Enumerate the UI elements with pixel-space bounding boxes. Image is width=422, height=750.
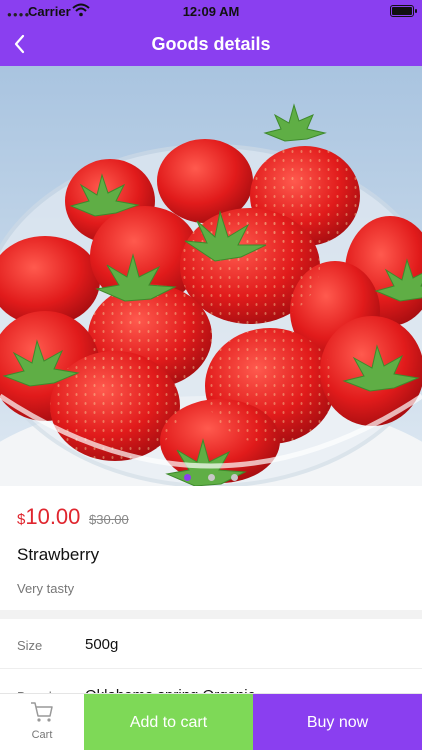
price-amount: 10.00 xyxy=(25,504,81,529)
spec-row-size: Size 500g xyxy=(0,619,422,669)
pager-dot[interactable] xyxy=(230,474,238,481)
pager-dot[interactable] xyxy=(184,474,192,481)
buy-now-button[interactable]: Buy now xyxy=(253,694,422,750)
add-to-cart-button[interactable]: Add to cart xyxy=(84,694,253,750)
image-pager xyxy=(0,468,422,486)
pager-dot[interactable] xyxy=(207,474,215,481)
spec-value: 500g xyxy=(85,636,119,653)
product-description: Very tasty xyxy=(17,581,75,596)
current-price: $10.00 xyxy=(17,504,80,530)
battery-icon xyxy=(390,5,417,17)
status-time: 12:09 AM xyxy=(182,4,240,19)
cart-icon xyxy=(31,702,53,722)
bottom-action-bar: Cart Add to cart Buy now xyxy=(0,693,422,750)
original-price: $30.00 xyxy=(89,512,129,527)
product-name: Strawberry xyxy=(17,545,100,564)
cart-label: Cart xyxy=(31,729,53,741)
page-title: Goods details xyxy=(151,34,271,54)
product-info: $10.00 $30.00 Strawberry Very tasty xyxy=(0,486,422,610)
nav-bar: Goods details xyxy=(0,22,422,66)
cart-button[interactable]: Cart xyxy=(0,694,84,750)
product-image[interactable] xyxy=(0,66,422,486)
status-bar: ●●●● Carrier 12:09 AM xyxy=(0,0,422,22)
spec-key: Size xyxy=(17,638,43,653)
